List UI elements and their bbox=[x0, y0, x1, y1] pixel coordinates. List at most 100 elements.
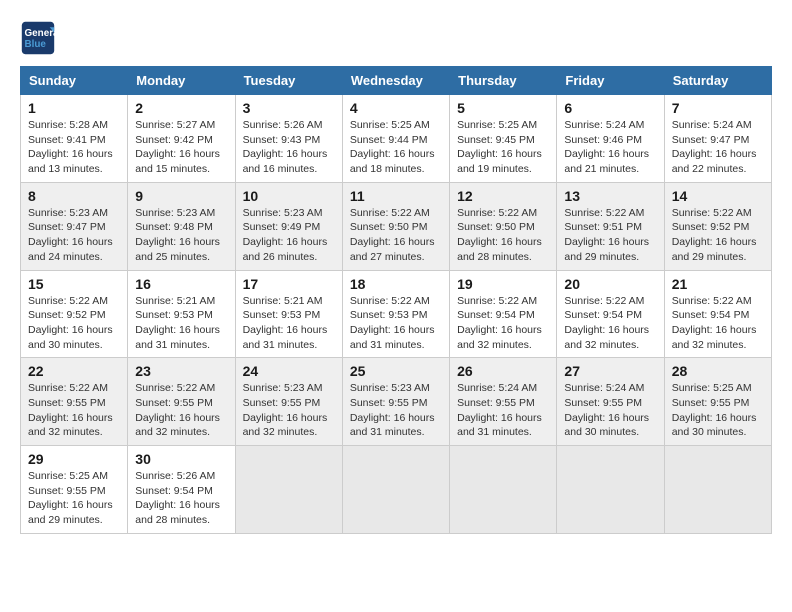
sunrise-label: Sunrise: 5:22 AM bbox=[28, 382, 108, 394]
daylight-label: Daylight: 16 hours bbox=[135, 324, 220, 336]
daylight-label: Daylight: 16 hours bbox=[350, 324, 435, 336]
day-number: 11 bbox=[350, 188, 442, 204]
day-info: Sunrise: 5:21 AM Sunset: 9:53 PM Dayligh… bbox=[135, 294, 227, 353]
sunrise-label: Sunrise: 5:21 AM bbox=[243, 295, 323, 307]
daylight-minutes: and 28 minutes. bbox=[457, 251, 532, 263]
day-info: Sunrise: 5:22 AM Sunset: 9:51 PM Dayligh… bbox=[564, 206, 656, 265]
calendar-cell: 8 Sunrise: 5:23 AM Sunset: 9:47 PM Dayli… bbox=[21, 182, 128, 270]
logo-icon: General Blue bbox=[20, 20, 56, 56]
weekday-thursday: Thursday bbox=[450, 67, 557, 95]
calendar-cell: 5 Sunrise: 5:25 AM Sunset: 9:45 PM Dayli… bbox=[450, 95, 557, 183]
calendar-cell: 18 Sunrise: 5:22 AM Sunset: 9:53 PM Dayl… bbox=[342, 270, 449, 358]
calendar-week-4: 22 Sunrise: 5:22 AM Sunset: 9:55 PM Dayl… bbox=[21, 358, 772, 446]
sunset-label: Sunset: 9:43 PM bbox=[243, 134, 321, 146]
day-number: 20 bbox=[564, 276, 656, 292]
daylight-minutes: and 30 minutes. bbox=[672, 426, 747, 438]
sunset-label: Sunset: 9:54 PM bbox=[564, 309, 642, 321]
daylight-label: Daylight: 16 hours bbox=[457, 412, 542, 424]
day-info: Sunrise: 5:26 AM Sunset: 9:43 PM Dayligh… bbox=[243, 118, 335, 177]
weekday-saturday: Saturday bbox=[664, 67, 771, 95]
day-info: Sunrise: 5:26 AM Sunset: 9:54 PM Dayligh… bbox=[135, 469, 227, 528]
calendar-cell: 23 Sunrise: 5:22 AM Sunset: 9:55 PM Dayl… bbox=[128, 358, 235, 446]
day-number: 25 bbox=[350, 363, 442, 379]
sunrise-label: Sunrise: 5:25 AM bbox=[672, 382, 752, 394]
sunset-label: Sunset: 9:42 PM bbox=[135, 134, 213, 146]
sunrise-label: Sunrise: 5:25 AM bbox=[457, 119, 537, 131]
calendar-cell: 12 Sunrise: 5:22 AM Sunset: 9:50 PM Dayl… bbox=[450, 182, 557, 270]
day-info: Sunrise: 5:23 AM Sunset: 9:55 PM Dayligh… bbox=[243, 381, 335, 440]
calendar-cell: 30 Sunrise: 5:26 AM Sunset: 9:54 PM Dayl… bbox=[128, 446, 235, 534]
daylight-minutes: and 21 minutes. bbox=[564, 163, 639, 175]
day-info: Sunrise: 5:25 AM Sunset: 9:55 PM Dayligh… bbox=[672, 381, 764, 440]
sunrise-label: Sunrise: 5:25 AM bbox=[28, 470, 108, 482]
day-info: Sunrise: 5:23 AM Sunset: 9:55 PM Dayligh… bbox=[350, 381, 442, 440]
daylight-label: Daylight: 16 hours bbox=[672, 412, 757, 424]
day-info: Sunrise: 5:23 AM Sunset: 9:48 PM Dayligh… bbox=[135, 206, 227, 265]
sunrise-label: Sunrise: 5:22 AM bbox=[350, 295, 430, 307]
calendar-cell: 10 Sunrise: 5:23 AM Sunset: 9:49 PM Dayl… bbox=[235, 182, 342, 270]
calendar-cell: 15 Sunrise: 5:22 AM Sunset: 9:52 PM Dayl… bbox=[21, 270, 128, 358]
weekday-friday: Friday bbox=[557, 67, 664, 95]
day-info: Sunrise: 5:22 AM Sunset: 9:52 PM Dayligh… bbox=[672, 206, 764, 265]
calendar-table: SundayMondayTuesdayWednesdayThursdayFrid… bbox=[20, 66, 772, 534]
daylight-label: Daylight: 16 hours bbox=[672, 324, 757, 336]
day-info: Sunrise: 5:22 AM Sunset: 9:54 PM Dayligh… bbox=[457, 294, 549, 353]
daylight-minutes: and 32 minutes. bbox=[135, 426, 210, 438]
daylight-label: Daylight: 16 hours bbox=[350, 412, 435, 424]
daylight-label: Daylight: 16 hours bbox=[564, 324, 649, 336]
daylight-label: Daylight: 16 hours bbox=[135, 412, 220, 424]
sunrise-label: Sunrise: 5:23 AM bbox=[243, 382, 323, 394]
daylight-minutes: and 29 minutes. bbox=[564, 251, 639, 263]
sunset-label: Sunset: 9:55 PM bbox=[350, 397, 428, 409]
day-number: 12 bbox=[457, 188, 549, 204]
weekday-sunday: Sunday bbox=[21, 67, 128, 95]
daylight-minutes: and 22 minutes. bbox=[672, 163, 747, 175]
sunset-label: Sunset: 9:55 PM bbox=[28, 485, 106, 497]
calendar-cell: 25 Sunrise: 5:23 AM Sunset: 9:55 PM Dayl… bbox=[342, 358, 449, 446]
daylight-minutes: and 29 minutes. bbox=[28, 514, 103, 526]
calendar-cell: 19 Sunrise: 5:22 AM Sunset: 9:54 PM Dayl… bbox=[450, 270, 557, 358]
day-number: 1 bbox=[28, 100, 120, 116]
daylight-label: Daylight: 16 hours bbox=[28, 499, 113, 511]
sunset-label: Sunset: 9:54 PM bbox=[135, 485, 213, 497]
sunrise-label: Sunrise: 5:24 AM bbox=[564, 382, 644, 394]
daylight-label: Daylight: 16 hours bbox=[457, 324, 542, 336]
day-info: Sunrise: 5:23 AM Sunset: 9:47 PM Dayligh… bbox=[28, 206, 120, 265]
day-info: Sunrise: 5:22 AM Sunset: 9:55 PM Dayligh… bbox=[135, 381, 227, 440]
daylight-label: Daylight: 16 hours bbox=[28, 324, 113, 336]
calendar-cell bbox=[664, 446, 771, 534]
sunset-label: Sunset: 9:55 PM bbox=[28, 397, 106, 409]
daylight-minutes: and 31 minutes. bbox=[350, 339, 425, 351]
sunset-label: Sunset: 9:54 PM bbox=[457, 309, 535, 321]
daylight-minutes: and 31 minutes. bbox=[350, 426, 425, 438]
calendar-cell: 22 Sunrise: 5:22 AM Sunset: 9:55 PM Dayl… bbox=[21, 358, 128, 446]
daylight-label: Daylight: 16 hours bbox=[28, 412, 113, 424]
daylight-label: Daylight: 16 hours bbox=[243, 148, 328, 160]
day-number: 19 bbox=[457, 276, 549, 292]
calendar-cell: 13 Sunrise: 5:22 AM Sunset: 9:51 PM Dayl… bbox=[557, 182, 664, 270]
day-info: Sunrise: 5:25 AM Sunset: 9:55 PM Dayligh… bbox=[28, 469, 120, 528]
daylight-minutes: and 29 minutes. bbox=[672, 251, 747, 263]
daylight-minutes: and 30 minutes. bbox=[564, 426, 639, 438]
calendar-cell: 26 Sunrise: 5:24 AM Sunset: 9:55 PM Dayl… bbox=[450, 358, 557, 446]
sunrise-label: Sunrise: 5:22 AM bbox=[135, 382, 215, 394]
sunset-label: Sunset: 9:41 PM bbox=[28, 134, 106, 146]
daylight-label: Daylight: 16 hours bbox=[135, 236, 220, 248]
day-number: 7 bbox=[672, 100, 764, 116]
day-info: Sunrise: 5:22 AM Sunset: 9:53 PM Dayligh… bbox=[350, 294, 442, 353]
daylight-minutes: and 27 minutes. bbox=[350, 251, 425, 263]
day-number: 22 bbox=[28, 363, 120, 379]
day-number: 24 bbox=[243, 363, 335, 379]
sunrise-label: Sunrise: 5:21 AM bbox=[135, 295, 215, 307]
calendar-cell bbox=[557, 446, 664, 534]
sunset-label: Sunset: 9:53 PM bbox=[350, 309, 428, 321]
day-number: 16 bbox=[135, 276, 227, 292]
calendar-cell bbox=[342, 446, 449, 534]
calendar-cell: 1 Sunrise: 5:28 AM Sunset: 9:41 PM Dayli… bbox=[21, 95, 128, 183]
calendar-cell bbox=[450, 446, 557, 534]
sunrise-label: Sunrise: 5:22 AM bbox=[672, 295, 752, 307]
daylight-minutes: and 32 minutes. bbox=[243, 426, 318, 438]
weekday-header-row: SundayMondayTuesdayWednesdayThursdayFrid… bbox=[21, 67, 772, 95]
logo: General Blue bbox=[20, 20, 60, 56]
day-number: 5 bbox=[457, 100, 549, 116]
